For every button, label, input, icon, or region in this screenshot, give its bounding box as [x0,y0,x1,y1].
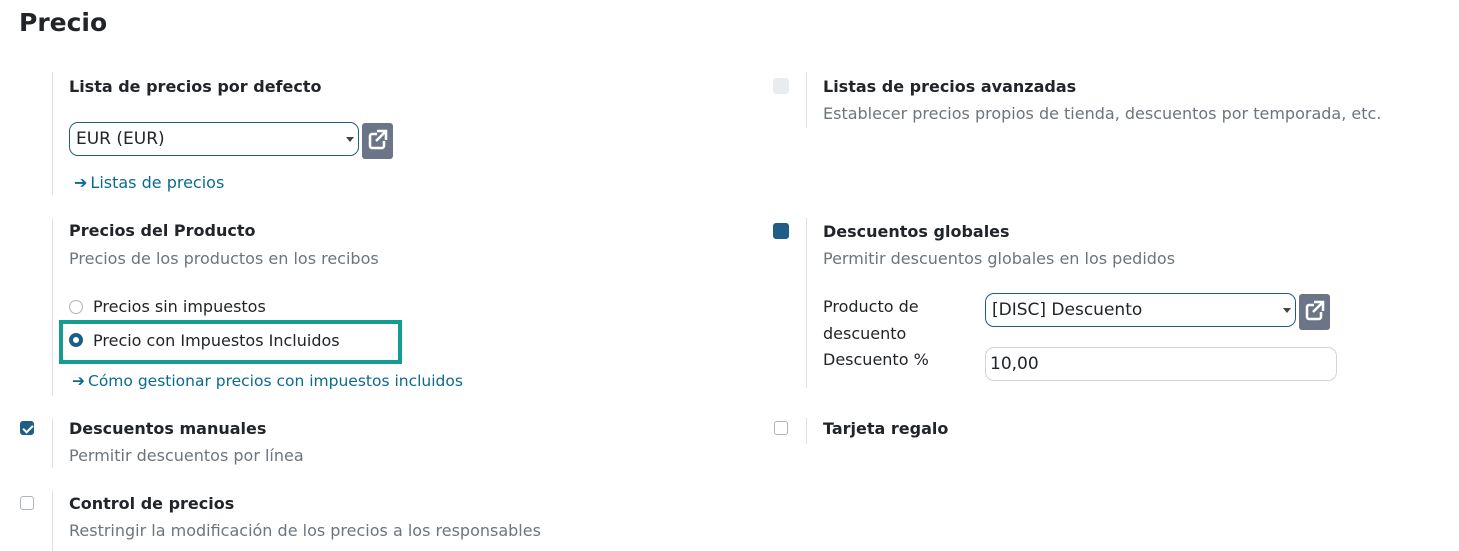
global-discounts-description: Permitir descuentos globales en los pedi… [823,249,1176,268]
arrow-right-icon: ➔ [74,173,88,192]
advanced-pricelists-checkbox[interactable] [773,78,789,94]
manual-discounts-label: Descuentos manuales [69,419,267,438]
discount-percent-label: Descuento % [823,350,929,369]
separator [806,72,807,127]
caret-down-icon [1283,308,1291,313]
price-control-description: Restringir la modificación de los precio… [69,521,541,540]
advanced-pricelists-label: Listas de precios avanzadas [823,77,1077,96]
product-prices-description: Precios de los productos en los recibos [69,249,379,268]
separator [806,218,807,388]
separator [806,418,807,444]
separator [52,72,53,195]
discount-product-label-line2: descuento [823,324,907,343]
separator [52,218,53,396]
discount-product-value: [DISC] Descuento [992,300,1143,320]
radio-tax-excluded-label: Precios sin impuestos [93,297,266,316]
default-pricelist-label: Lista de precios por defecto [69,77,322,96]
tax-included-help-link[interactable]: ➔ Cómo gestionar precios con impuestos in… [72,372,463,390]
separator [52,490,53,551]
product-prices-label: Precios del Producto [69,221,256,240]
caret-down-icon [346,137,354,142]
price-control-checkbox[interactable] [20,496,34,510]
default-pricelist-value: EUR (EUR) [76,129,165,149]
discount-product-select[interactable]: [DISC] Descuento [985,293,1296,327]
advanced-pricelists-description: Establecer precios propios de tienda, de… [823,104,1382,123]
section-title: Precio [19,8,108,37]
price-control-label: Control de precios [69,494,235,513]
external-link-button[interactable] [362,123,393,159]
arrow-right-icon: ➔ [72,372,85,390]
radio-tax-included[interactable] [69,333,83,347]
default-pricelist-select[interactable]: EUR (EUR) [69,122,359,156]
separator [52,418,53,468]
gift-card-checkbox[interactable] [774,421,788,435]
external-link-icon [1305,300,1325,321]
manual-discounts-checkbox[interactable] [20,421,34,435]
external-link-button[interactable] [1299,294,1330,330]
manual-discounts-description: Permitir descuentos por línea [69,446,304,465]
radio-tax-included-label: Precio con Impuestos Incluidos [93,331,340,350]
discount-product-label-line1: Producto de [823,297,919,316]
external-link-icon [368,129,388,150]
gift-card-label: Tarjeta regalo [823,419,949,438]
pricelists-link[interactable]: ➔ Listas de precios [74,173,224,192]
global-discounts-label: Descuentos globales [823,222,1010,241]
discount-percent-input[interactable]: 10,00 [985,347,1337,381]
radio-tax-excluded[interactable] [69,300,83,314]
global-discounts-checkbox[interactable] [773,223,789,239]
